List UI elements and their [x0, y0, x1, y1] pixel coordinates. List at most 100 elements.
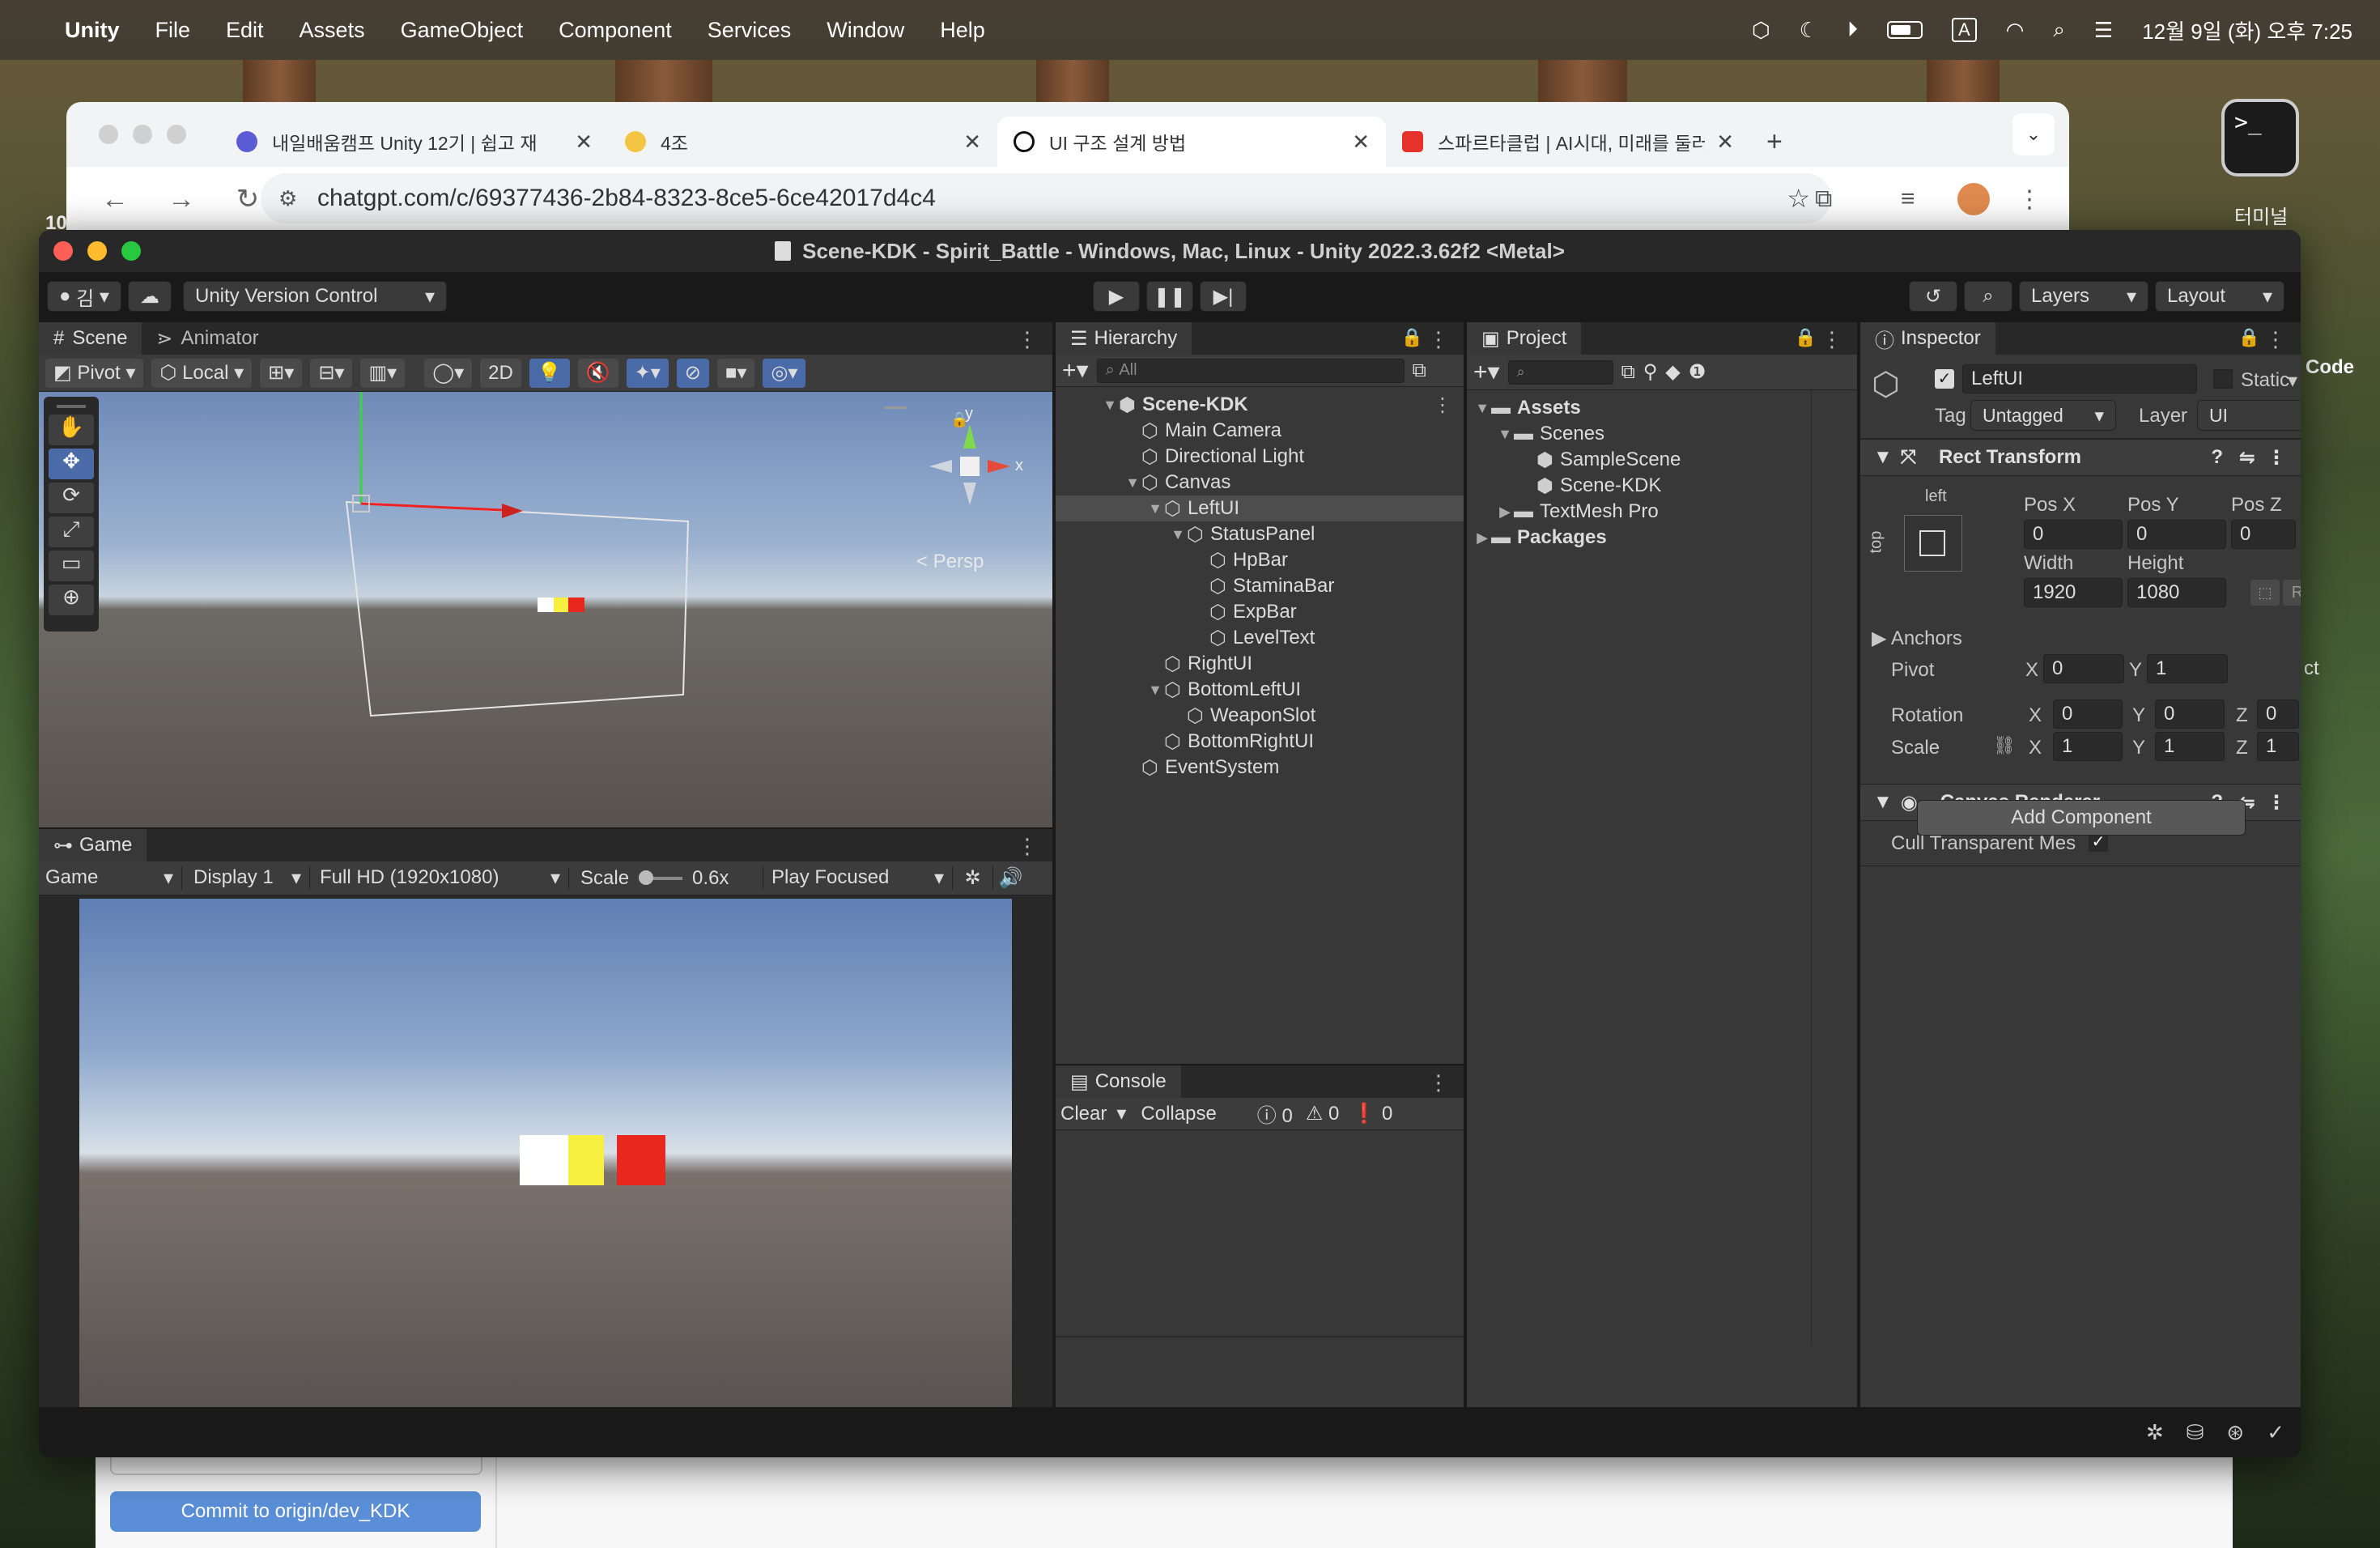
pos-y-field[interactable]: 0 [2127, 520, 2226, 549]
hierarchy-row[interactable]: ⬡ ExpBar [1056, 599, 1464, 625]
close-window-button[interactable] [53, 241, 73, 261]
add-icon[interactable]: +▾ [1473, 358, 1500, 386]
menubar-app-name[interactable]: Unity [65, 18, 120, 43]
browser-tab-2[interactable]: 4조 ✕ [609, 117, 997, 167]
hidden-packages-icon[interactable]: ❶ [1689, 360, 1706, 384]
close-icon[interactable]: ✕ [1716, 130, 1734, 155]
expand-caret-icon[interactable]: ▶ [1496, 504, 1514, 521]
profile-avatar[interactable] [1957, 183, 1990, 215]
component-menu-icon[interactable]: ⋮ [2267, 791, 2286, 814]
hierarchy-search-input[interactable]: ⌕ All [1096, 358, 1405, 383]
rect-transform-header[interactable]: ▼ ⤧ Rect Transform ? ⇋ ⋮ [1860, 439, 2301, 476]
pos-x-field[interactable]: 0 [2024, 520, 2123, 549]
search-by-type-icon[interactable]: ⧉ [1621, 361, 1635, 384]
resolution-dropdown[interactable]: Full HD (1920x1080) ▾ [309, 866, 568, 890]
search-icon[interactable]: ⌕ [2053, 17, 2065, 43]
play-circle-icon[interactable]: ⏵ [1847, 17, 1858, 43]
hand-tool-icon[interactable]: ✋ [49, 415, 94, 445]
active-checkbox[interactable]: ✓ [1935, 369, 1954, 389]
progress-check-icon[interactable]: ✓ [2267, 1420, 2284, 1445]
play-focused-dropdown[interactable]: Play Focused ▾ [763, 866, 952, 890]
gizmos-icon[interactable]: ◎▾ [763, 358, 806, 388]
search-options-icon[interactable]: ⧉ [1413, 359, 1426, 382]
browser-tab-3-active[interactable]: UI 구조 설계 방법 ✕ [997, 117, 1386, 167]
wifi-icon[interactable]: ◠ [2006, 18, 2025, 43]
display-dropdown[interactable]: Display 1 ▾ [181, 866, 309, 890]
tab-console[interactable]: ▤ Console [1056, 1065, 1181, 1098]
menu-help[interactable]: Help [940, 18, 985, 43]
expand-caret-icon[interactable]: ▶ [1473, 529, 1491, 546]
clear-options-icon[interactable]: ▾ [1116, 1102, 1126, 1125]
panel-menu-icon[interactable]: ⋮ [1428, 327, 1449, 352]
expand-caret-icon[interactable]: ▼ [1124, 474, 1141, 491]
close-icon[interactable]: ✕ [1352, 130, 1370, 155]
anchors-foldout[interactable]: ▶ Anchors [1872, 627, 1962, 650]
menu-assets[interactable]: Assets [300, 18, 365, 43]
menu-file[interactable]: File [155, 18, 191, 43]
tab-game[interactable]: ⊶ Game [39, 829, 147, 861]
browser-menu-icon[interactable]: ⋮ [2017, 185, 2042, 214]
step-button[interactable]: ▶| [1200, 281, 1247, 312]
console-log-area[interactable] [1056, 1133, 1464, 1336]
collapse-icon[interactable]: ▼ [1873, 446, 1893, 469]
menubar-clock[interactable]: 12월 9일 (화) 오후 7:25 [2142, 15, 2352, 45]
orientation-gizmo[interactable]: y x [913, 405, 1026, 521]
static-checkbox[interactable] [2213, 369, 2233, 389]
layers-dropdown[interactable]: Layers ▾ [2019, 281, 2148, 312]
battery-icon[interactable] [1886, 21, 1923, 39]
layer-dropdown[interactable]: UI▾ [2197, 400, 2301, 431]
pos-z-field[interactable]: 0 [2231, 520, 2296, 549]
menu-edit[interactable]: Edit [226, 18, 264, 43]
expand-caret-icon[interactable]: ▼ [1169, 526, 1187, 543]
site-info-icon[interactable]: ⚙ [278, 186, 297, 211]
persp-label[interactable]: < Persp [916, 551, 984, 573]
project-row[interactable]: ▼ ▬ Assets [1467, 395, 1811, 421]
bookmark-star-icon[interactable]: ☆ [1787, 183, 1810, 214]
increment-snap-icon[interactable]: ⊟▾ [310, 358, 353, 388]
info-filter-toggle[interactable]: ⓘ 0 [1257, 1099, 1293, 1128]
zoom-window-button[interactable] [121, 241, 141, 261]
hierarchy-row[interactable]: ⬡ RightUI [1056, 651, 1464, 677]
account-dropdown[interactable]: ● 김 ▾ [47, 281, 121, 312]
history-icon[interactable]: ↺ [1909, 281, 1957, 312]
grid-snap-icon[interactable]: ⊞▾ [260, 358, 303, 388]
menu-services[interactable]: Services [708, 18, 792, 43]
blueprint-mode-icon[interactable]: ⬚ [2250, 580, 2280, 606]
unity-hub-icon[interactable]: ⬡ [1752, 18, 1770, 43]
hierarchy-row[interactable]: ▼ ⬢ Scene-KDK ⋮ [1056, 392, 1464, 418]
commit-button[interactable]: Commit to origin/dev_KDK [110, 1491, 481, 1532]
anchor-presets-button[interactable] [1904, 515, 1962, 572]
panel-menu-icon[interactable]: ⋮ [1017, 327, 1038, 352]
expand-caret-icon[interactable]: ▼ [1146, 682, 1164, 699]
scale-slider[interactable]: Scale 0.6x [568, 866, 763, 890]
hierarchy-row[interactable]: ▼ ⬡ StatusPanel [1056, 521, 1464, 547]
rotate-tool-icon[interactable]: ⟳ [49, 483, 94, 513]
tag-dropdown[interactable]: Untagged ▾ [1970, 400, 2116, 431]
local-dropdown[interactable]: ⬡ Local ▾ [151, 358, 253, 388]
browser-tab-4[interactable]: 스파르타클럽 | AI시대, 미래를 둘러 ✕ [1386, 117, 1750, 167]
menu-window[interactable]: Window [827, 18, 904, 43]
hierarchy-row[interactable]: ⬡ WeaponSlot [1056, 703, 1464, 729]
camera-settings-icon[interactable]: ■▾ [716, 358, 755, 388]
expand-caret-icon[interactable]: ▼ [1496, 426, 1514, 443]
pivot-dropdown[interactable]: ◩ Pivot ▾ [45, 358, 144, 388]
scale-z-field[interactable]: 1 [2257, 732, 2299, 761]
project-row[interactable]: ▼ ▬ Scenes [1467, 421, 1811, 447]
hierarchy-row[interactable]: ▼ ⬡ LeftUI [1056, 495, 1464, 521]
shading-mode-icon[interactable]: ◯▾ [424, 358, 473, 388]
moon-icon[interactable]: ☾ [1800, 18, 1818, 43]
filter-by-label-icon[interactable]: ⚲ [1643, 360, 1658, 384]
rotation-z-field[interactable]: 0 [2257, 700, 2299, 729]
reading-list-icon[interactable]: ≡ [1901, 185, 1915, 213]
mode-2d-toggle[interactable]: 2D [480, 358, 521, 388]
object-name-field[interactable]: LeftUI [1962, 364, 2197, 393]
close-icon[interactable]: ✕ [963, 130, 981, 155]
cache-server-icon[interactable]: ⛁ [2187, 1420, 2204, 1445]
commit-message-field[interactable] [110, 1457, 482, 1475]
tag-icon[interactable]: ◆ [1665, 360, 1680, 384]
lock-icon[interactable]: 🔒 [1795, 327, 1817, 348]
tab-inspector[interactable]: ⓘ Inspector [1860, 322, 1995, 355]
mute-audio-icon[interactable]: 🔊 [992, 866, 1028, 890]
effects-toggle-icon[interactable]: ✦▾ [626, 358, 669, 388]
pivot-y-field[interactable]: 1 [2147, 654, 2228, 683]
